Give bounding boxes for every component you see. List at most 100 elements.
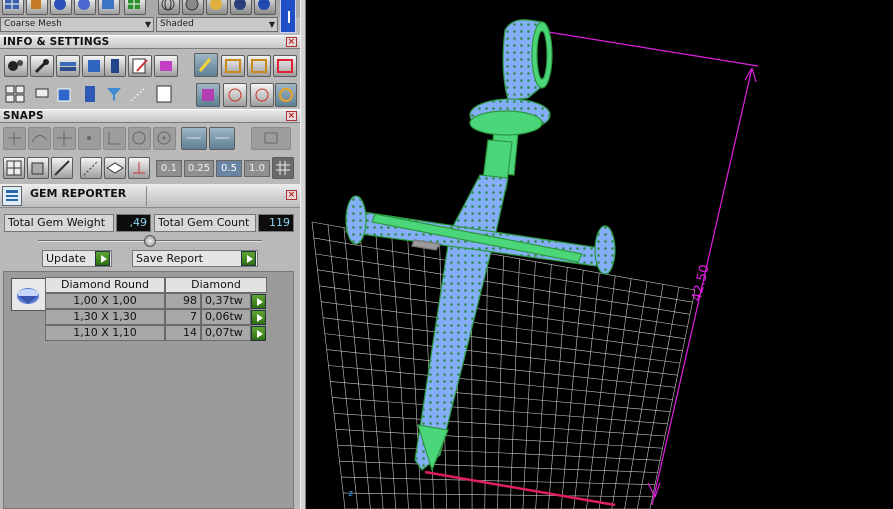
- gem-reporter-title: GEM REPORTER: [30, 187, 127, 200]
- header-divider: [146, 186, 147, 206]
- chevron-down-icon: ▼: [144, 20, 151, 29]
- close-icon[interactable]: ×: [286, 111, 297, 121]
- shading-dropdown[interactable]: Shaded ▼: [156, 17, 278, 32]
- gem-size-cell: 1,30 X 1,30: [45, 309, 165, 325]
- grid-line: [319, 285, 686, 339]
- play-arrow-icon[interactable]: [251, 310, 266, 325]
- save-report-label: Save Report: [136, 252, 203, 265]
- table-header-cut: Diamond Round: [45, 277, 165, 293]
- material-box-icon[interactable]: [154, 55, 178, 77]
- scatter-icon[interactable]: [128, 84, 152, 106]
- sphere-shaded-icon[interactable]: [74, 0, 96, 15]
- axis-marker: z: [348, 489, 353, 499]
- snap-value-0[interactable]: 0.1: [156, 160, 182, 177]
- play-arrow-icon[interactable]: [251, 326, 266, 341]
- grid-toggle-icon[interactable]: [272, 157, 294, 179]
- construction-grid: [311, 221, 696, 509]
- snap-curve-icon[interactable]: [28, 127, 51, 150]
- diamond-round-icon[interactable]: [11, 278, 46, 311]
- snap-end-icon[interactable]: [3, 127, 26, 150]
- snap-point-icon[interactable]: [78, 127, 101, 150]
- save-report-button[interactable]: Save Report: [132, 250, 258, 267]
- snap-center-icon[interactable]: [153, 127, 176, 150]
- line-snap-icon[interactable]: [51, 157, 73, 179]
- gem-scatter-tool-icon[interactable]: [196, 83, 220, 107]
- diagonal-snap-icon[interactable]: [80, 157, 102, 179]
- gem-reporter-icon: [2, 186, 22, 206]
- gem-weight-cell: 0,37tw: [201, 293, 251, 309]
- pave-tool-icon[interactable]: [223, 83, 247, 107]
- layout-icon[interactable]: [4, 84, 28, 106]
- settings-gears-icon[interactable]: [4, 55, 28, 77]
- properties-panel: Coarse Mesh ▼ Shaded ▼ INFO & SETTINGS ×…: [0, 0, 300, 509]
- active-indicator[interactable]: [280, 0, 296, 33]
- mesh-quality-dropdown[interactable]: Coarse Mesh ▼: [0, 17, 154, 32]
- gold-sphere-icon[interactable]: [206, 0, 228, 15]
- cube-icon[interactable]: [82, 55, 106, 77]
- play-arrow-icon: [241, 251, 256, 266]
- grid-view-icon[interactable]: [2, 0, 24, 15]
- frame-import-icon[interactable]: [247, 55, 271, 77]
- update-label: Update: [46, 252, 86, 265]
- wireframe-sphere-icon[interactable]: [158, 0, 180, 15]
- chrome-sphere-icon[interactable]: [230, 0, 252, 15]
- snap-horizontal-icon[interactable]: [181, 127, 207, 150]
- total-gem-weight-label: Total Gem Weight: [4, 214, 114, 232]
- globe-icon[interactable]: [98, 0, 120, 15]
- play-arrow-icon: [95, 251, 110, 266]
- cross-pendant-model: [345, 19, 616, 472]
- total-gem-count-label: Total Gem Count: [154, 214, 256, 232]
- snap-quadrant-icon[interactable]: [128, 127, 151, 150]
- frame-export-icon[interactable]: [221, 55, 245, 77]
- notepad-pen-icon[interactable]: [128, 55, 152, 77]
- dimension-line: [547, 31, 759, 506]
- brush-tool-icon[interactable]: [194, 53, 218, 77]
- snap-value-3[interactable]: 1.0: [244, 160, 270, 177]
- gem-size-cell: 1,00 X 1,00: [45, 293, 165, 309]
- gem-sphere-icon[interactable]: [254, 0, 276, 15]
- wire-cube-icon[interactable]: [54, 83, 78, 107]
- snaps-header[interactable]: SNAPS ×: [0, 109, 300, 123]
- stack-icon[interactable]: [56, 55, 80, 77]
- snap-perpendicular-icon[interactable]: [103, 127, 126, 150]
- axis-snap-icon[interactable]: [128, 157, 150, 179]
- wrench-icon[interactable]: [30, 55, 54, 77]
- grid-line: [322, 317, 681, 364]
- slider-handle[interactable]: [144, 235, 156, 247]
- table-header-material: Diamond: [165, 277, 267, 293]
- snap-vertical-icon[interactable]: [209, 127, 235, 150]
- bead-tool-icon[interactable]: [250, 83, 274, 107]
- box-snap-icon[interactable]: [27, 157, 49, 179]
- chevron-down-icon: ▼: [268, 20, 275, 29]
- layers-icon[interactable]: [124, 0, 146, 15]
- mesh-sphere-icon[interactable]: [182, 0, 204, 15]
- snap-frame-icon[interactable]: [251, 127, 291, 150]
- close-icon[interactable]: ×: [286, 190, 297, 200]
- grid-line: [324, 333, 678, 376]
- top-toolbar: [0, 0, 300, 33]
- snap-value-2[interactable]: 0.5: [216, 160, 242, 177]
- grid-snap-icon[interactable]: [3, 157, 25, 179]
- play-arrow-icon[interactable]: [251, 294, 266, 309]
- snap-value-1[interactable]: 0.25: [184, 160, 214, 177]
- close-icon[interactable]: ×: [286, 37, 297, 47]
- list-icon[interactable]: [154, 83, 176, 107]
- frame-render-icon[interactable]: [273, 55, 297, 77]
- device-icon[interactable]: [104, 55, 126, 77]
- shading-value: Shaded: [160, 19, 194, 29]
- 3d-viewport[interactable]: 42.50 z: [306, 0, 893, 509]
- snap-intersection-icon[interactable]: [53, 127, 76, 150]
- book-icon[interactable]: [80, 83, 102, 107]
- gem-count-cell: 14: [165, 325, 201, 341]
- info-settings-title: INFO & SETTINGS: [3, 36, 110, 48]
- filter-icon[interactable]: [104, 84, 126, 106]
- update-button[interactable]: Update: [42, 250, 112, 267]
- gem-weight-cell: 0,07tw: [201, 325, 251, 341]
- info-settings-header[interactable]: INFO & SETTINGS ×: [0, 35, 300, 49]
- sphere-icon[interactable]: [50, 0, 72, 15]
- monitor-icon[interactable]: [32, 84, 52, 106]
- plane-snap-icon[interactable]: [104, 157, 126, 179]
- gem-report-tool-icon[interactable]: [275, 83, 297, 107]
- gem-list: Diamond Round Diamond 1,00 X 1,00 98 0,3…: [3, 271, 294, 509]
- gem-tool-icon[interactable]: [26, 0, 48, 15]
